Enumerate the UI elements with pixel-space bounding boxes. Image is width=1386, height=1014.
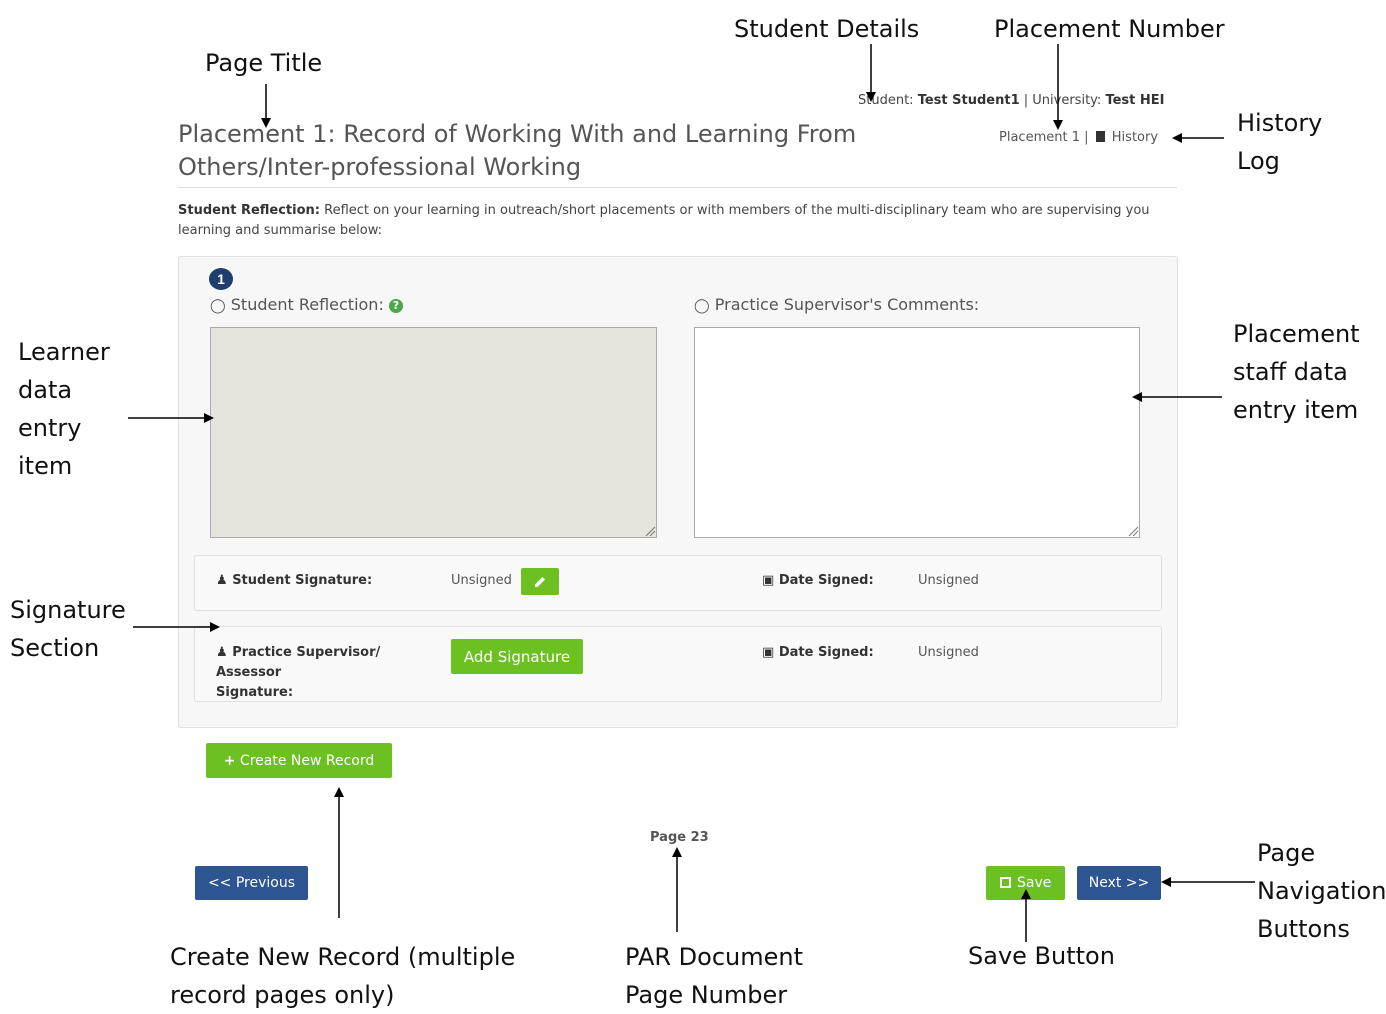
- page-title: Placement 1: Record of Working With and …: [178, 120, 857, 181]
- annotation-staff-line: Placement: [1233, 320, 1360, 348]
- student-date-label-row: ▣ Date Signed:: [762, 571, 874, 591]
- supervisor-date-value: Unsigned: [918, 645, 979, 660]
- supervisor-date-label-row: ▣ Date Signed:: [762, 643, 874, 663]
- annotation-history-log-line1: History: [1237, 109, 1323, 137]
- resize-grip-icon[interactable]: [644, 525, 656, 537]
- supervisor-signature-label-row: ♟ Practice Supervisor/ Assessor Signatur…: [216, 643, 446, 703]
- annotation-placement-number: Placement Number: [994, 15, 1225, 43]
- annotation-learner-line: data: [18, 376, 73, 404]
- separator: |: [1023, 93, 1029, 108]
- comment-icon: ◯: [210, 298, 226, 314]
- calendar-icon: ▣: [762, 573, 775, 588]
- supervisor-date-label: Date Signed:: [778, 645, 874, 660]
- supervisor-signature-label-line2: Signature:: [216, 685, 294, 700]
- annotation-par-line: Page Number: [625, 981, 788, 1009]
- university-name: Test HEI: [1105, 93, 1165, 108]
- help-icon[interactable]: ?: [388, 298, 403, 313]
- history-link[interactable]: History: [1093, 130, 1158, 145]
- annotation-save-button: Save Button: [968, 942, 1115, 970]
- separator: |: [1084, 130, 1089, 145]
- student-reflection-label: Student Reflection:: [230, 295, 384, 314]
- student-reflection-label-row: ◯ Student Reflection: ?: [210, 295, 403, 314]
- resize-grip-icon[interactable]: [1127, 525, 1139, 537]
- save-button[interactable]: Save: [986, 866, 1065, 900]
- annotation-student-details: Student Details: [734, 15, 920, 43]
- annotation-staff-entry: Placement staff data entry item: [1233, 315, 1360, 429]
- student-reflection-textarea[interactable]: [210, 327, 657, 538]
- student-signature-label-row: ♟ Student Signature:: [216, 571, 372, 591]
- annotation-learner-line: entry: [18, 414, 82, 442]
- annotation-learner-line: Learner: [18, 338, 110, 366]
- save-label: Save: [1017, 875, 1052, 891]
- annotation-learner-entry: Learner data entry item: [18, 333, 110, 485]
- annotation-nav-line: Navigation: [1257, 877, 1386, 905]
- student-name: Test Student1: [917, 93, 1020, 108]
- floppy-disk-icon: [999, 877, 1011, 888]
- annotation-history-log: History Log: [1237, 104, 1322, 180]
- calendar-icon: ▣: [762, 645, 775, 660]
- student-date-label: Date Signed:: [778, 573, 874, 588]
- instructions-text: Reflect on your learning in outreach/sho…: [178, 203, 1150, 238]
- previous-button[interactable]: << Previous: [195, 866, 308, 900]
- record-number-badge: 1: [209, 268, 233, 290]
- supervisor-comments-label-row: ◯ Practice Supervisor's Comments:: [694, 295, 979, 314]
- title-divider: [178, 187, 1177, 188]
- annotation-staff-line: entry item: [1233, 396, 1359, 424]
- pencil-icon: [535, 576, 545, 587]
- create-new-record-button[interactable]: + Create New Record: [206, 743, 392, 778]
- placement-number: Placement 1: [999, 130, 1080, 145]
- university-label: University:: [1032, 93, 1102, 108]
- student-date-value: Unsigned: [918, 573, 979, 588]
- annotation-learner-line: item: [18, 452, 73, 480]
- add-signature-button[interactable]: Add Signature: [451, 639, 583, 674]
- supervisor-signature-label-line1: Practice Supervisor/ Assessor: [216, 645, 381, 680]
- student-details: Student: Test Student1 | University: Tes…: [858, 93, 1164, 108]
- placement-line: Placement 1 | History: [999, 130, 1158, 145]
- edit-signature-button[interactable]: [521, 568, 559, 595]
- annotation-page-title: Page Title: [205, 49, 323, 77]
- annotation-signature-section: Signature Section: [10, 591, 126, 667]
- annotation-create-new-record: Create New Record (multiple record pages…: [170, 938, 515, 1014]
- annotation-nav-line: Page: [1257, 839, 1316, 867]
- user-icon: ♟: [216, 645, 228, 660]
- history-label: History: [1111, 130, 1159, 145]
- supervisor-comments-textarea[interactable]: [694, 327, 1140, 538]
- user-icon: ♟: [216, 573, 228, 588]
- comment-icon: ◯: [694, 298, 710, 314]
- annotation-staff-line: staff data: [1233, 358, 1348, 386]
- plus-icon: +: [223, 752, 236, 769]
- page-number: Page 23: [650, 830, 709, 845]
- student-signature-status: Unsigned: [451, 573, 512, 588]
- annotation-par-page-number: PAR Document Page Number: [625, 938, 803, 1014]
- annotation-history-log-line2: Log: [1237, 147, 1280, 175]
- instructions: Student Reflection: Reflect on your lear…: [178, 201, 1178, 241]
- book-icon: [1095, 131, 1105, 142]
- annotation-signature-line: Section: [10, 634, 100, 662]
- next-button[interactable]: Next >>: [1077, 866, 1161, 900]
- annotation-create-line: Create New Record (multiple: [170, 943, 516, 971]
- supervisor-comments-label: Practice Supervisor's Comments:: [714, 295, 980, 314]
- annotation-create-line: record pages only): [170, 981, 395, 1009]
- annotation-nav-line: Buttons: [1257, 915, 1350, 943]
- annotation-signature-line: Signature: [10, 596, 126, 624]
- student-signature-label: Student Signature:: [232, 573, 373, 588]
- annotation-par-line: PAR Document: [625, 943, 803, 971]
- student-label: Student:: [858, 93, 914, 108]
- create-new-record-label: Create New Record: [239, 752, 375, 769]
- annotation-page-navigation: Page Navigation Buttons: [1257, 834, 1386, 948]
- instructions-bold: Student Reflection:: [178, 203, 320, 218]
